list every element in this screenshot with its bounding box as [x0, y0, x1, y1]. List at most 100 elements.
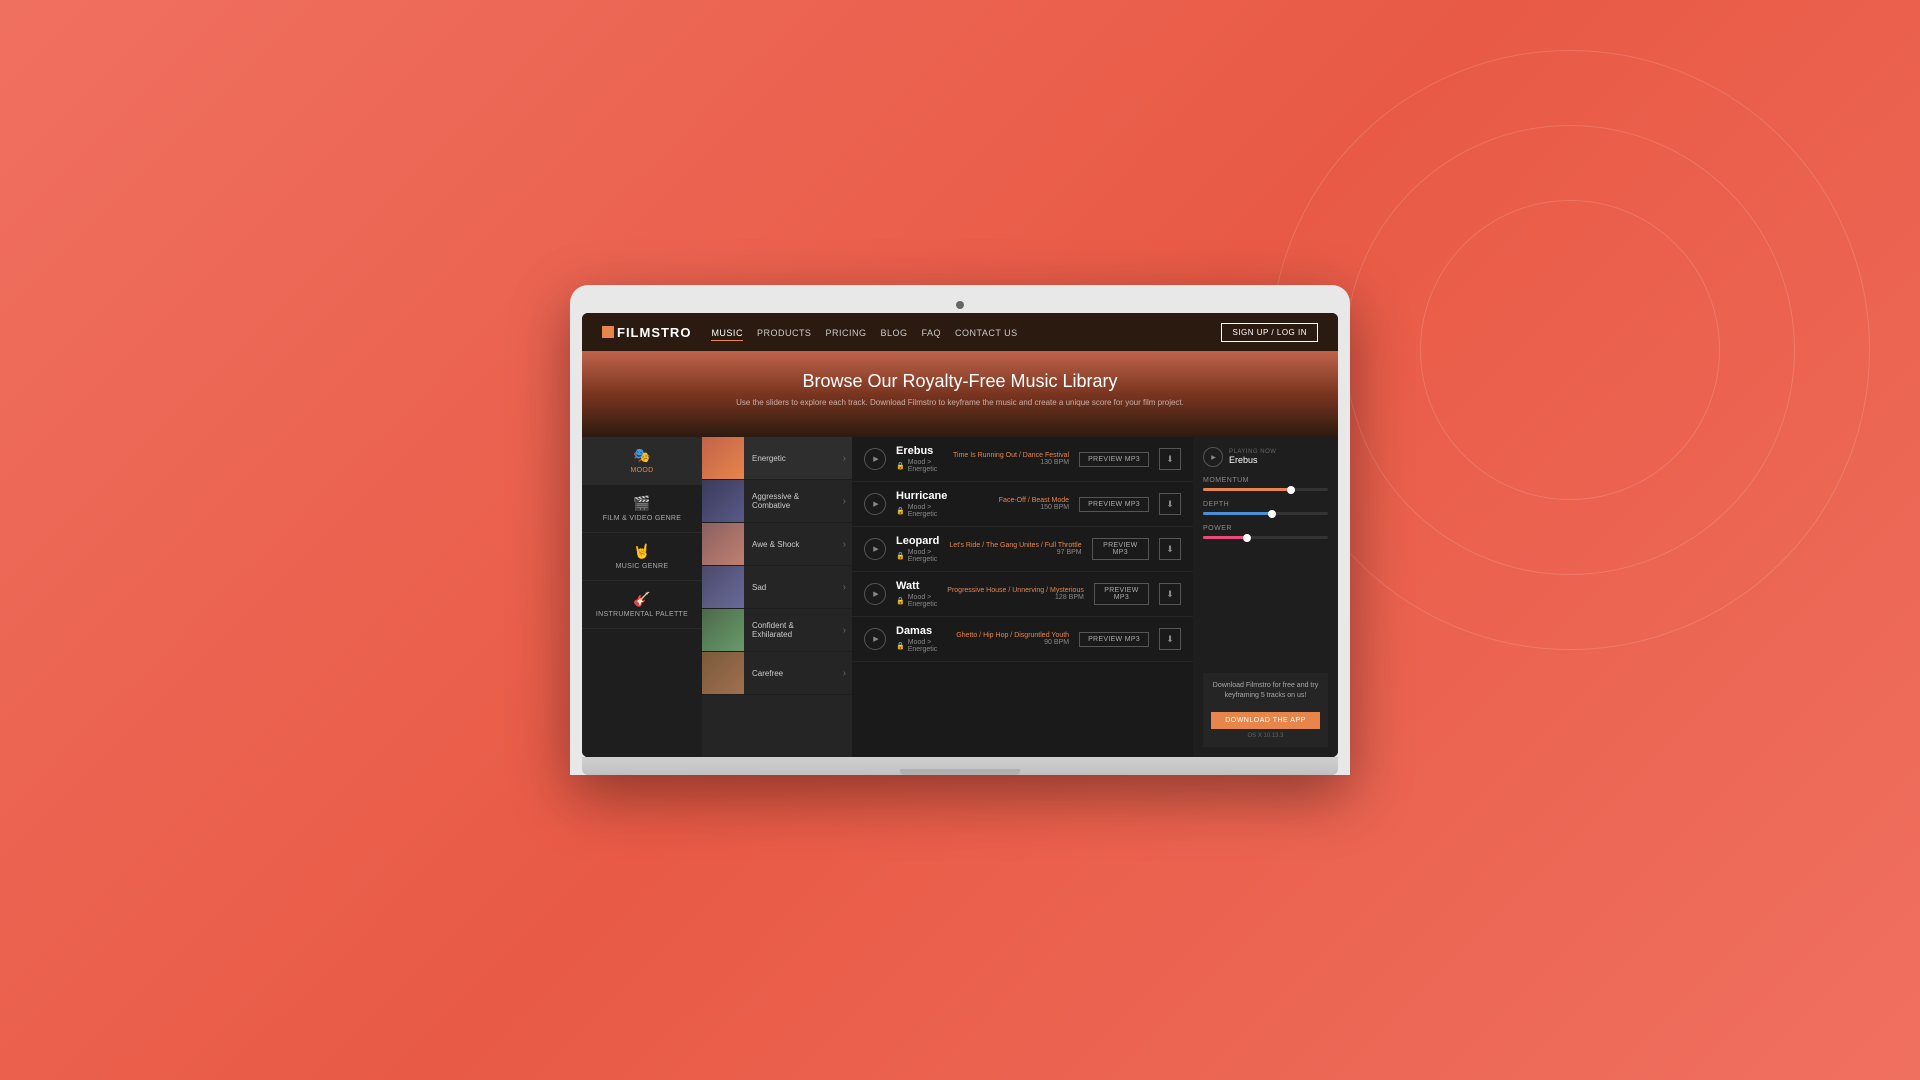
momentum-label: MOMENTUM	[1203, 477, 1328, 484]
play-button-hurricane[interactable]	[864, 493, 886, 515]
download-button-hurricane[interactable]	[1159, 493, 1181, 515]
chevron-right-icon-6: ›	[843, 668, 852, 679]
track-tag-text-damas: Ghetto / Hip Hop / Disgruntled Youth	[956, 632, 1069, 639]
track-tag-text-hurricane: Face-Off / Beast Mode	[969, 497, 1069, 504]
nav-link-products[interactable]: PRODUCTS	[757, 328, 812, 338]
category-name-aggressive: Aggressive & Combative	[744, 492, 843, 510]
track-bpm-hurricane: 150 BPM	[969, 504, 1069, 511]
lock-icon-leopard: 🔒	[896, 552, 905, 560]
sidebar-item-music-genre[interactable]: 🤘 Music Genre	[582, 533, 702, 581]
download-button-damas[interactable]	[1159, 628, 1181, 650]
sidebar-item-mood[interactable]: 🎭 Mood	[582, 437, 702, 485]
laptop-base	[582, 757, 1338, 775]
sidebar-item-film[interactable]: 🎬 Film & Video Genre	[582, 485, 702, 533]
sidebar-label-instrumental: Instrumental Palette	[596, 611, 688, 618]
category-carefree[interactable]: Carefree ›	[702, 652, 852, 695]
preview-button-leopard[interactable]: PREVIEW MP3	[1092, 538, 1149, 560]
nav-item-music[interactable]: MUSIC	[711, 323, 743, 341]
chevron-right-icon-5: ›	[843, 625, 852, 636]
depth-thumb[interactable]	[1268, 510, 1276, 518]
nav-link-music[interactable]: MUSIC	[711, 328, 743, 341]
lock-icon-damas: 🔒	[896, 642, 905, 650]
sidebar-label-music-genre: Music Genre	[616, 563, 669, 570]
play-button-watt[interactable]	[864, 583, 886, 605]
category-confident[interactable]: Confident & Exhilarated ›	[702, 609, 852, 652]
signup-button[interactable]: SIGN UP / LOG IN	[1221, 323, 1318, 342]
track-list: Erebus 🔒 Mood > Energetic Time Is Runnin…	[852, 437, 1193, 757]
right-panel: PLAYING NOW Erebus MOMENTUM	[1193, 437, 1338, 757]
track-bpm-erebus: 130 BPM	[953, 459, 1069, 466]
nav-link-contact[interactable]: CONTACT US	[955, 328, 1018, 338]
music-genre-icon: 🤘	[633, 543, 650, 560]
lock-icon-watt: 🔒	[896, 597, 905, 605]
track-bpm-label-damas: BPM	[1054, 639, 1069, 646]
category-name-carefree: Carefree	[744, 669, 843, 678]
track-title-damas: Damas	[896, 625, 946, 637]
category-thumb-awe	[702, 523, 744, 565]
nav-item-products[interactable]: PRODUCTS	[757, 323, 812, 341]
power-thumb[interactable]	[1243, 534, 1251, 542]
preview-button-damas[interactable]: PREVIEW MP3	[1079, 632, 1149, 647]
category-energetic[interactable]: Energetic ›	[702, 437, 852, 480]
track-bpm-label-hurricane: BPM	[1054, 504, 1069, 511]
sidebar-item-instrumental[interactable]: 🎸 Instrumental Palette	[582, 581, 702, 629]
depth-slider[interactable]	[1203, 512, 1328, 515]
track-bpm-value-hurricane: 150	[1040, 504, 1052, 511]
track-meta-erebus: 🔒 Mood > Energetic	[896, 459, 943, 473]
category-thumb-carefree	[702, 652, 744, 694]
track-tag-text-watt: Progressive House / Unnerving / Mysterio…	[947, 587, 1084, 594]
laptop-body: FILMSTRO MUSIC PRODUCTS PRICING	[570, 285, 1350, 775]
nav-link-pricing[interactable]: PRICING	[825, 328, 866, 338]
preview-button-hurricane[interactable]: PREVIEW MP3	[1079, 497, 1149, 512]
lock-icon-hurricane: 🔒	[896, 507, 905, 515]
category-name-energetic: Energetic	[744, 454, 843, 463]
download-button-erebus[interactable]	[1159, 448, 1181, 470]
chevron-right-icon-3: ›	[843, 539, 852, 550]
instrumental-icon: 🎸	[633, 591, 650, 608]
momentum-thumb[interactable]	[1287, 486, 1295, 494]
now-playing-play-button[interactable]	[1203, 447, 1223, 467]
category-awe[interactable]: Awe & Shock ›	[702, 523, 852, 566]
track-bpm-value-damas: 90	[1044, 639, 1052, 646]
nav-item-contact[interactable]: CONTACT US	[955, 323, 1018, 341]
nav-link-faq[interactable]: FAQ	[921, 328, 941, 338]
nav-link-blog[interactable]: BLOG	[880, 328, 907, 338]
track-bpm-watt: 128 BPM	[947, 594, 1084, 601]
play-button-erebus[interactable]	[864, 448, 886, 470]
nav-item-pricing[interactable]: PRICING	[825, 323, 866, 341]
momentum-slider[interactable]	[1203, 488, 1328, 491]
chevron-right-icon: ›	[843, 453, 852, 464]
play-button-damas[interactable]	[864, 628, 886, 650]
nav-item-faq[interactable]: FAQ	[921, 323, 941, 341]
momentum-section: MOMENTUM	[1203, 477, 1328, 491]
track-tags-watt: Progressive House / Unnerving / Mysterio…	[947, 587, 1084, 601]
nav-links: MUSIC PRODUCTS PRICING BLOG FAQ	[711, 323, 1221, 341]
depth-section: DEPTH	[1203, 501, 1328, 515]
chevron-right-icon-4: ›	[843, 582, 852, 593]
preview-button-watt[interactable]: PREVIEW MP3	[1094, 583, 1149, 605]
category-sad[interactable]: Sad ›	[702, 566, 852, 609]
category-name-sad: Sad	[744, 583, 843, 592]
nav-item-blog[interactable]: BLOG	[880, 323, 907, 341]
track-tag-text-leopard: Let's Ride / The Gang Unites / Full Thro…	[949, 542, 1081, 549]
track-title-hurricane: Hurricane	[896, 490, 959, 502]
download-button-leopard[interactable]	[1159, 538, 1181, 560]
category-list: Energetic › Aggressive & Combative › Awe…	[702, 437, 852, 757]
download-button-watt[interactable]	[1159, 583, 1181, 605]
hero-subtitle: Use the sliders to explore each track. D…	[602, 398, 1318, 407]
track-title-watt: Watt	[896, 580, 937, 592]
track-mood-watt: Mood > Energetic	[908, 594, 938, 608]
category-aggressive[interactable]: Aggressive & Combative ›	[702, 480, 852, 523]
momentum-fill	[1203, 488, 1291, 491]
play-button-leopard[interactable]	[864, 538, 886, 560]
track-bpm-value-watt: 128	[1055, 594, 1067, 601]
download-app-button[interactable]: DOWNLOAD THE APP	[1211, 712, 1320, 729]
preview-button-erebus[interactable]: PREVIEW MP3	[1079, 452, 1149, 467]
track-tags-erebus: Time Is Running Out / Dance Festival 130…	[953, 452, 1069, 466]
track-row-erebus: Erebus 🔒 Mood > Energetic Time Is Runnin…	[852, 437, 1193, 482]
power-slider[interactable]	[1203, 536, 1328, 539]
track-info-leopard: Leopard 🔒 Mood > Energetic	[896, 535, 939, 563]
track-bpm-value-erebus: 130	[1040, 459, 1052, 466]
track-row-leopard: Leopard 🔒 Mood > Energetic Let's Ride / …	[852, 527, 1193, 572]
now-playing-section: PLAYING NOW Erebus	[1203, 447, 1328, 467]
